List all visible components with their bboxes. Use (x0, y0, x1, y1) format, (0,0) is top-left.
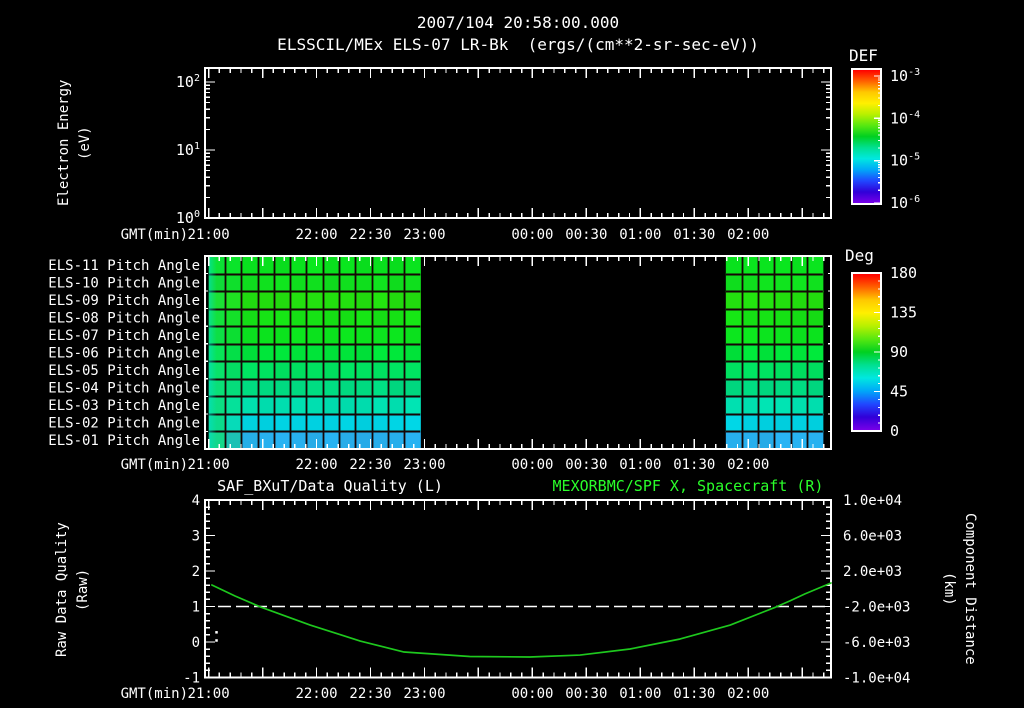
deg-cb-label: 0 (890, 422, 899, 440)
time-tick-label: 21:00 (188, 686, 230, 702)
gmt-axis-label: GMT(min) (121, 686, 188, 702)
time-tick-label: 00:30 (565, 227, 607, 243)
time-tick-label: 01:00 (619, 227, 661, 243)
pitch-row-label: ELS-07 Pitch Angle (48, 328, 200, 344)
time-tick-label: 22:30 (349, 686, 391, 702)
data-quality-point (215, 631, 218, 634)
time-tick-label: 00:00 (511, 457, 553, 473)
axes-overlay: GMT(min) 21:00 22:00 22:30 23:00 00:00 00:30 01… (48, 67, 920, 702)
distance-tick-label: 2.0e+03 (843, 564, 902, 580)
energy-tick-label: 101 (176, 141, 200, 159)
deg-cb-label: 90 (890, 343, 908, 361)
pitch-row-label: ELS-09 Pitch Angle (48, 293, 200, 309)
flux-cb-label: 10-4 (890, 109, 920, 127)
distance-tick-label: 6.0e+03 (843, 529, 902, 545)
deg-cb-label: 135 (890, 304, 917, 322)
pitch-angle-frame (204, 255, 832, 450)
energy-tick-label: 102 (176, 73, 200, 91)
pitch-row-label: ELS-02 Pitch Angle (48, 416, 200, 432)
time-tick-label: 01:30 (673, 227, 715, 243)
time-tick-label: 01:00 (619, 686, 661, 702)
distance-tick-label: -1.0e+04 (843, 671, 910, 687)
distance-tick-label: 1.0e+04 (843, 493, 902, 509)
pitch-row-label: ELS-03 Pitch Angle (48, 398, 200, 414)
time-tick-label: 22:00 (295, 686, 337, 702)
time-tick-label: 23:00 (403, 457, 445, 473)
time-tick-label: 22:30 (349, 457, 391, 473)
pitch-row-label: ELS-01 Pitch Angle (48, 433, 200, 449)
gmt-axis-label: GMT(min) (121, 457, 188, 473)
gmt-axis-label: GMT(min) (121, 227, 188, 243)
time-tick-label: 00:30 (565, 686, 607, 702)
line-plot-frame (204, 499, 832, 679)
spectrogram-frame (204, 67, 832, 219)
distance-tick-label: -2.0e+03 (843, 600, 910, 616)
deg-cb-label: 45 (890, 383, 908, 401)
energy-tick-label: 100 (176, 209, 200, 227)
time-tick-label: 22:30 (349, 227, 391, 243)
pitch-row-label: ELS-06 Pitch Angle (48, 346, 200, 362)
data-quality-point (215, 639, 218, 642)
quality-tick-label: 2 (192, 564, 200, 580)
spacecraft-x-curve (211, 582, 832, 658)
time-tick-label: 01:30 (673, 457, 715, 473)
pitch-row-label: ELS-08 Pitch Angle (48, 310, 200, 326)
time-tick-label: 01:30 (673, 686, 715, 702)
time-tick-label: 00:30 (565, 457, 607, 473)
time-tick-label: 23:00 (403, 227, 445, 243)
time-tick-label: 23:00 (403, 686, 445, 702)
flux-cb-label: 10-3 (890, 67, 920, 85)
distance-tick-label: -6.0e+03 (843, 635, 910, 651)
pitch-row-label: ELS-11 Pitch Angle (48, 258, 200, 274)
time-tick-label: 00:00 (511, 227, 553, 243)
time-tick-label: 02:00 (727, 227, 769, 243)
time-tick-label: 02:00 (727, 686, 769, 702)
flux-cb-label: 10-5 (890, 152, 920, 170)
time-tick-label: 00:00 (511, 686, 553, 702)
quality-tick-label: 0 (192, 635, 200, 651)
time-tick-label: 02:00 (727, 457, 769, 473)
deg-cb-label: 180 (890, 264, 917, 282)
time-tick-label: 21:00 (188, 457, 230, 473)
quality-tick-label: 3 (192, 529, 200, 545)
quality-tick-label: -1 (183, 671, 200, 687)
pitch-row-label: ELS-05 Pitch Angle (48, 363, 200, 379)
plot-stage: 2007/104 20:58:00.000 ELSSCIL/MEx ELS-07… (0, 0, 1024, 708)
time-tick-label: 01:00 (619, 457, 661, 473)
time-tick-label: 22:00 (295, 457, 337, 473)
flux-cb-label: 10-6 (890, 194, 920, 212)
quality-tick-label: 4 (192, 493, 200, 509)
time-tick-label: 21:00 (188, 227, 230, 243)
pitch-row-label: ELS-10 Pitch Angle (48, 275, 200, 291)
time-tick-label: 22:00 (295, 227, 337, 243)
pitch-row-label: ELS-04 Pitch Angle (48, 381, 200, 397)
quality-tick-label: 1 (192, 600, 200, 616)
